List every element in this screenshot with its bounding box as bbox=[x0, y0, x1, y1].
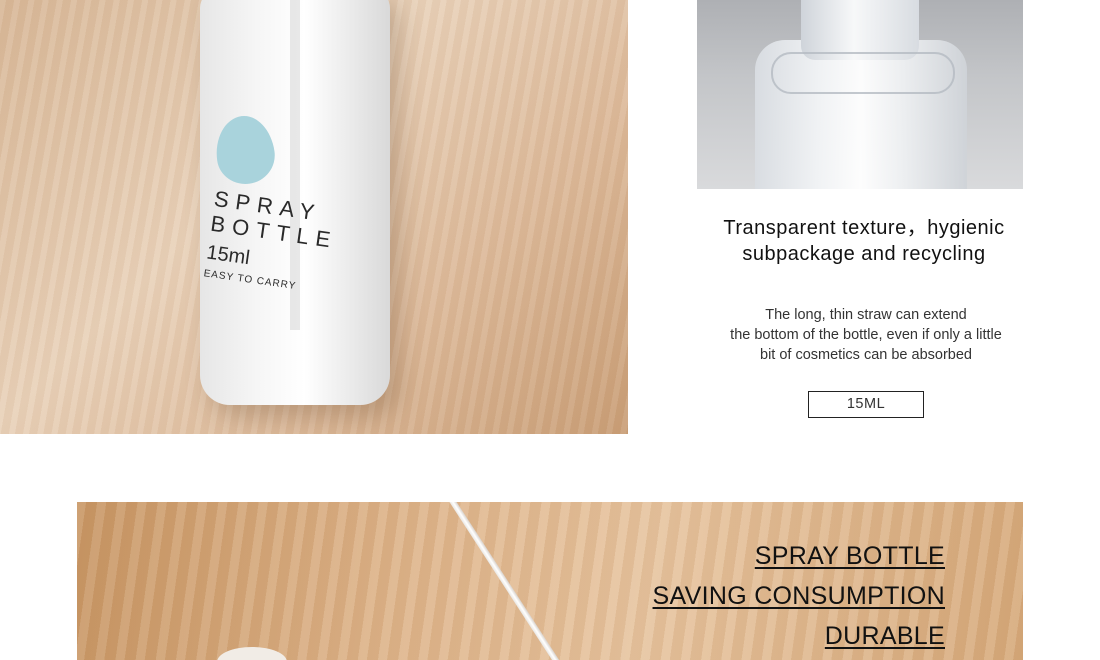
pump-neck-image bbox=[801, 0, 919, 60]
banner-bottle-image bbox=[217, 647, 287, 660]
banner-line-3: DURABLE bbox=[824, 622, 945, 650]
feature-desc-line-2: the bottom of the bottle, even if only a… bbox=[730, 327, 1002, 343]
feature-desc-line-1: The long, thin straw can extend bbox=[765, 307, 967, 323]
pump-ring-image bbox=[771, 52, 955, 94]
capacity-badge: 15ML bbox=[808, 391, 924, 418]
product-photo-pump-detail bbox=[697, 0, 1023, 189]
banner-text-block: SPRAY BOTTLE SAVING CONSUMPTION DURABLE bbox=[653, 536, 945, 656]
feature-title-line-2: subpackage and recycling bbox=[742, 243, 986, 265]
feature-title-line-1: Transparent texture，hygienic bbox=[723, 217, 1005, 239]
feature-desc-line-3: bit of cosmetics can be absorbed bbox=[760, 347, 972, 363]
feature-description: The long, thin straw can extend the bott… bbox=[697, 305, 1035, 365]
product-photo-spray-bottle: SPRAY BOTTLE 15ml EASY TO CARRY bbox=[0, 0, 628, 434]
feature-title: Transparent texture，hygienic subpackage … bbox=[697, 215, 1031, 267]
bottle-label: SPRAY BOTTLE 15ml EASY TO CARRY bbox=[203, 186, 342, 297]
promo-banner: SPRAY BOTTLE SAVING CONSUMPTION DURABLE bbox=[77, 502, 1023, 660]
banner-line-1: SPRAY BOTTLE bbox=[754, 542, 945, 570]
banner-straw-image bbox=[437, 502, 568, 660]
banner-line-2: SAVING CONSUMPTION bbox=[652, 582, 945, 610]
